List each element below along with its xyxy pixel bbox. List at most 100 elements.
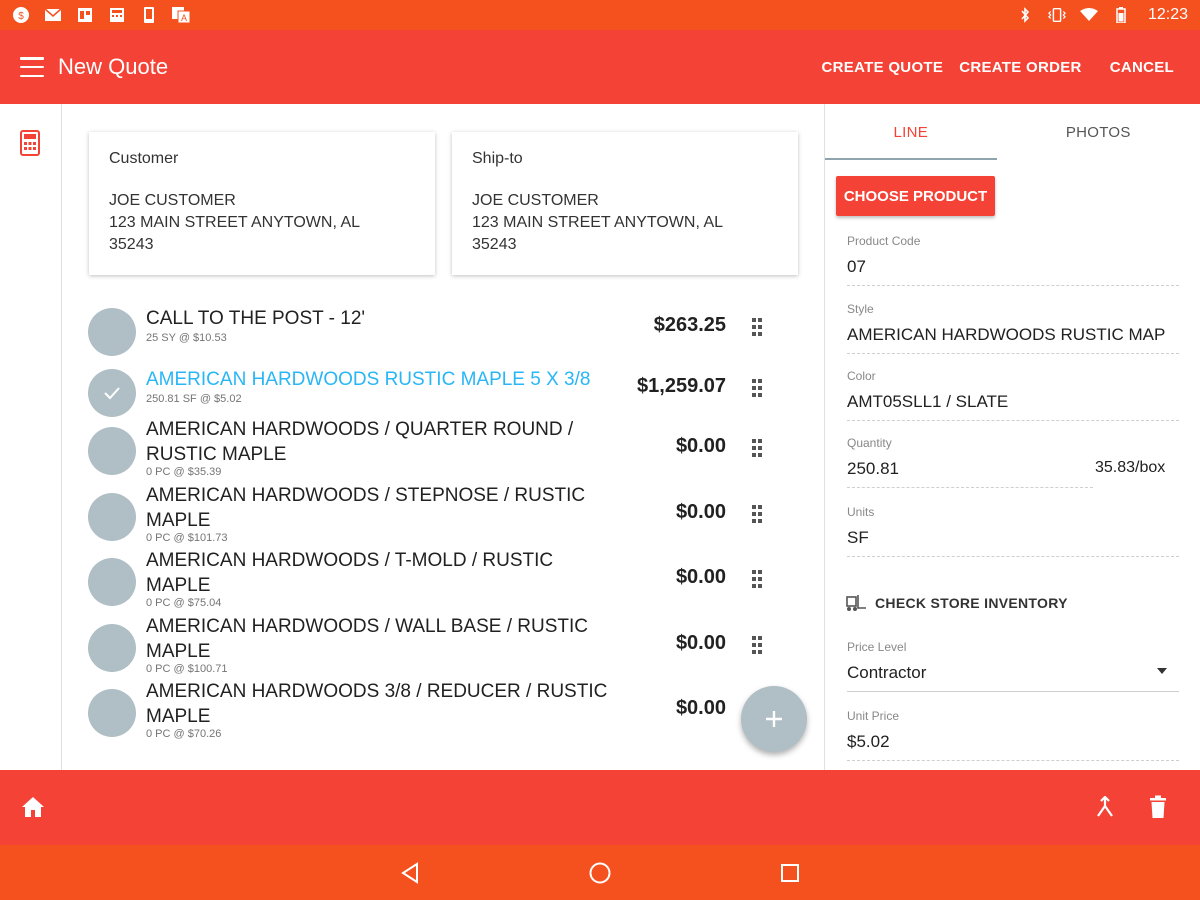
- line-item-avatar[interactable]: [88, 624, 136, 672]
- color-value[interactable]: AMT05SLL1 / SLATE: [847, 392, 1179, 421]
- line-item-name: AMERICAN HARDWOODS / QUARTER ROUND / RUS…: [146, 419, 574, 465]
- line-item-avatar[interactable]: [88, 689, 136, 737]
- panel-tabs: LINE PHOTOS: [825, 104, 1200, 160]
- line-item-detail: 25 SY @ $10.53: [146, 332, 227, 344]
- check-icon: [104, 387, 120, 400]
- home-nav-icon[interactable]: [588, 861, 612, 890]
- add-line-button[interactable]: [741, 686, 807, 752]
- style-label: Style: [847, 302, 874, 316]
- status-bar: $ A 12:23: [0, 0, 1200, 30]
- line-item-price: $0.00: [675, 697, 726, 719]
- mail-icon: [44, 7, 62, 23]
- check-inventory-label: CHECK STORE INVENTORY: [875, 595, 1068, 611]
- line-item[interactable]: AMERICAN HARDWOODS / STEPNOSE / RUSTIC M…: [88, 483, 788, 545]
- line-item-price: $0.00: [675, 435, 726, 457]
- customer-zip: 35243: [109, 236, 154, 253]
- shipto-name: JOE CUSTOMER: [472, 192, 599, 209]
- wifi-icon: [1079, 7, 1098, 23]
- color-label: Color: [847, 369, 876, 383]
- quantity-field[interactable]: Quantity 250.81: [847, 436, 1093, 488]
- shipto-address: 123 MAIN STREET ANYTOWN, AL: [472, 214, 724, 231]
- svg-text:$: $: [18, 11, 24, 22]
- customer-name: JOE CUSTOMER: [109, 192, 236, 209]
- units-label: Units: [847, 505, 875, 519]
- line-item[interactable]: AMERICAN HARDWOODS / QUARTER ROUND / RUS…: [88, 417, 788, 479]
- price-level-label: Price Level: [847, 640, 907, 654]
- line-item-price: $0.00: [675, 632, 726, 654]
- unit-price-field[interactable]: Unit Price $5.02: [847, 709, 1179, 761]
- create-order-button[interactable]: CREATE ORDER: [959, 59, 1082, 76]
- line-item-avatar[interactable]: [88, 369, 136, 417]
- recent-apps-icon[interactable]: [780, 863, 800, 888]
- price-level-select[interactable]: Price Level Contractor: [847, 640, 1179, 692]
- shipto-zip: 35243: [472, 236, 517, 253]
- bottom-toolbar: [0, 770, 1200, 845]
- line-item-price: $0.00: [675, 501, 726, 523]
- price-level-value[interactable]: Contractor: [847, 663, 1179, 692]
- quantity-input[interactable]: 250.81: [847, 459, 1093, 488]
- create-quote-button[interactable]: CREATE QUOTE: [822, 59, 944, 76]
- forklift-icon: [846, 595, 866, 611]
- check-inventory-button[interactable]: CHECK STORE INVENTORY: [845, 594, 1068, 612]
- home-icon[interactable]: [20, 795, 46, 819]
- clock: 12:23: [1147, 6, 1188, 23]
- page-title: New Quote: [58, 54, 169, 79]
- translate-icon: A: [172, 7, 190, 23]
- shipto-card[interactable]: Ship-to JOE CUSTOMER 123 MAIN STREET ANY…: [452, 132, 798, 275]
- unit-price-value[interactable]: $5.02: [847, 732, 1179, 761]
- quantity-label: Quantity: [847, 436, 892, 450]
- line-item[interactable]: AMERICAN HARDWOODS / T-MOLD / RUSTIC MAP…: [88, 548, 788, 610]
- line-item-detail: 0 PC @ $100.71: [146, 663, 228, 675]
- app-bar: New Quote CREATE QUOTE CREATE ORDER CANC…: [0, 30, 1200, 104]
- line-item-detail: 0 PC @ $101.73: [146, 532, 228, 544]
- line-item[interactable]: AMERICAN HARDWOODS RUSTIC MAPLE 5 X 3/8 …: [88, 361, 788, 423]
- delete-icon[interactable]: [1148, 795, 1168, 819]
- line-item-avatar[interactable]: [88, 558, 136, 606]
- app-bar-actions: CREATE QUOTE CREATE ORDER CANCEL: [822, 59, 1180, 76]
- line-item-avatar[interactable]: [88, 493, 136, 541]
- line-item-detail: 0 PC @ $75.04: [146, 597, 222, 609]
- line-detail-panel: LINE PHOTOS CHOOSE PRODUCT Product Code …: [824, 104, 1200, 770]
- back-icon[interactable]: [400, 862, 420, 889]
- merge-icon[interactable]: [1094, 795, 1116, 818]
- line-item-detail: 0 PC @ $70.26: [146, 728, 222, 740]
- drag-handle-icon[interactable]: [752, 379, 762, 397]
- battery-icon: [1112, 7, 1130, 23]
- tab-photos[interactable]: PHOTOS: [997, 104, 1200, 160]
- drag-handle-icon[interactable]: [752, 636, 762, 654]
- line-item-avatar[interactable]: [88, 308, 136, 356]
- line-item-detail: 250.81 SF @ $5.02: [146, 393, 242, 405]
- units-field[interactable]: Units SF: [847, 505, 1179, 557]
- calculator-icon: [108, 7, 126, 23]
- tab-line[interactable]: LINE: [825, 104, 997, 160]
- product-code-value[interactable]: 07: [847, 257, 1179, 286]
- customer-address: 123 MAIN STREET ANYTOWN, AL: [109, 214, 361, 231]
- product-code-field[interactable]: Product Code 07: [847, 234, 1179, 286]
- line-item-price: $1,259.07: [637, 375, 726, 397]
- units-value[interactable]: SF: [847, 528, 1179, 557]
- vibrate-icon: [1048, 7, 1066, 23]
- line-item-name: AMERICAN HARDWOODS 3/8 / REDUCER / RUSTI…: [146, 681, 608, 727]
- customer-card-title: Customer: [109, 150, 179, 167]
- calculator-icon[interactable]: [20, 130, 40, 156]
- customer-card[interactable]: Customer JOE CUSTOMER 123 MAIN STREET AN…: [89, 132, 435, 275]
- color-field[interactable]: Color AMT05SLL1 / SLATE: [847, 369, 1179, 421]
- style-value[interactable]: AMERICAN HARDWOODS RUSTIC MAP: [847, 325, 1179, 354]
- line-item-detail: 0 PC @ $35.39: [146, 466, 222, 478]
- dropdown-arrow-icon[interactable]: [1157, 668, 1167, 674]
- drag-handle-icon[interactable]: [752, 505, 762, 523]
- menu-icon[interactable]: [20, 57, 44, 77]
- drag-handle-icon[interactable]: [752, 318, 762, 336]
- line-item-name: AMERICAN HARDWOODS / STEPNOSE / RUSTIC M…: [146, 485, 586, 531]
- line-item[interactable]: CALL TO THE POST - 12' 25 SY @ $10.53 $2…: [88, 300, 788, 362]
- line-item[interactable]: AMERICAN HARDWOODS / WALL BASE / RUSTIC …: [88, 614, 788, 676]
- choose-product-button[interactable]: CHOOSE PRODUCT: [836, 176, 995, 216]
- shipto-card-title: Ship-to: [472, 150, 523, 167]
- line-item-avatar[interactable]: [88, 427, 136, 475]
- line-item[interactable]: AMERICAN HARDWOODS 3/8 / REDUCER / RUSTI…: [88, 679, 788, 741]
- cancel-button[interactable]: CANCEL: [1110, 59, 1174, 76]
- style-field[interactable]: Style AMERICAN HARDWOODS RUSTIC MAP: [847, 302, 1179, 354]
- line-item-price: $0.00: [675, 566, 726, 588]
- drag-handle-icon[interactable]: [752, 439, 762, 457]
- drag-handle-icon[interactable]: [752, 570, 762, 588]
